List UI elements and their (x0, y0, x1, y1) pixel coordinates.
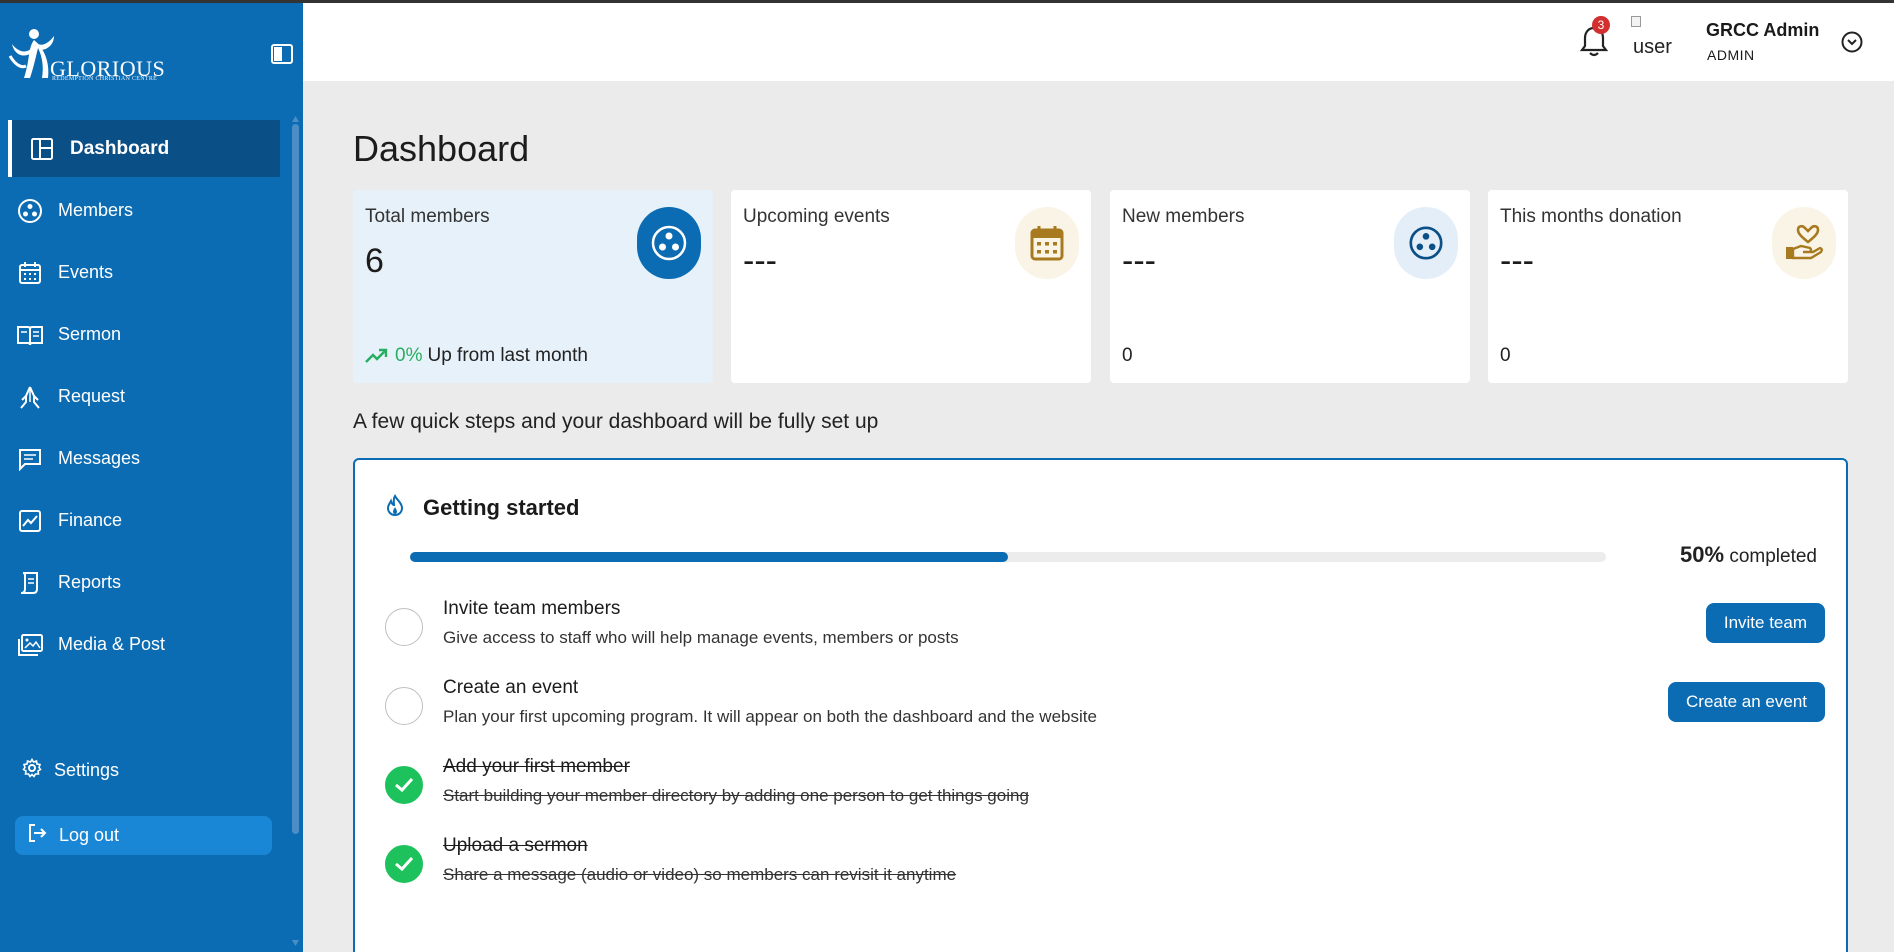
window-top-border (0, 0, 1894, 3)
sidebar-nav: Dashboard Members Events Sermon Request (8, 120, 280, 678)
logo-figure-icon (8, 29, 54, 78)
media-icon (16, 631, 44, 659)
stat-value: --- (1500, 242, 1534, 280)
chart-icon (16, 507, 44, 535)
stat-foot: 0 (1500, 345, 1511, 366)
dashboard-icon (28, 135, 56, 163)
step-title: Add your first member (443, 756, 630, 777)
sidebar-item-request[interactable]: Request (8, 368, 280, 425)
sidebar-scrollbar-thumb[interactable] (292, 124, 299, 834)
sidebar-item-sermon[interactable]: Sermon (8, 306, 280, 363)
step-description: Give access to staff who will help manag… (443, 628, 959, 647)
stat-card-donation: This months donation --- 0 (1488, 190, 1848, 383)
setup-prompt-text: A few quick steps and your dashboard wil… (353, 410, 879, 433)
sidebar-item-members[interactable]: Members (8, 182, 280, 239)
flame-icon (385, 494, 409, 522)
getting-started-title: Getting started (423, 495, 580, 520)
brand-tagline: REDEMPTION CHRISTIAN CENTRE (52, 76, 158, 82)
step-checkbox[interactable] (385, 687, 423, 725)
step-description: Plan your first upcoming program. It wil… (443, 707, 1097, 726)
calendar-icon (16, 259, 44, 287)
step-title: Upload a sermon (443, 835, 588, 856)
sidebar-item-label: Members (58, 200, 134, 220)
step-upload-sermon: Upload a sermon Share a message (audio o… (385, 835, 1825, 917)
members-icon (16, 197, 44, 225)
step-title: Create an event (443, 677, 579, 698)
sidebar-item-reports[interactable]: Reports (8, 554, 280, 611)
broken-image-icon (1631, 16, 1641, 27)
trend-percent: 0% (395, 345, 423, 366)
progress-value: 50% (1680, 542, 1725, 567)
sidebar-item-label: Reports (58, 572, 122, 592)
stat-card-new-members: New members --- 0 (1110, 190, 1470, 383)
avatar-alt-text: user (1633, 36, 1672, 58)
setup-progress-fill (410, 552, 1008, 562)
stat-foot: 0 (1122, 345, 1133, 366)
user-role: ADMIN (1707, 47, 1755, 63)
stat-value: --- (743, 242, 777, 280)
stat-card-upcoming-events: Upcoming events --- (731, 190, 1091, 383)
sidebar-item-dashboard[interactable]: Dashboard (8, 120, 280, 177)
setup-progress-bar (410, 552, 1606, 562)
step-description: Share a message (audio or video) so memb… (443, 865, 957, 884)
gear-icon (22, 757, 46, 783)
sidebar-item-finance[interactable]: Finance (8, 492, 280, 549)
sidebar-item-label: Request (58, 386, 126, 406)
sidebar-item-media-post[interactable]: Media & Post (8, 616, 280, 673)
chevron-down-icon[interactable] (1841, 31, 1863, 53)
logout-label: Log out (59, 825, 120, 845)
members-icon (1394, 207, 1458, 279)
stat-label: Total members (365, 206, 490, 227)
step-invite-team: Invite team members Give access to staff… (385, 598, 1825, 680)
step-create-event: Create an event Plan your first upcoming… (385, 677, 1825, 759)
stat-label: This months donation (1500, 206, 1682, 227)
sidebar-collapse-icon[interactable] (271, 44, 293, 64)
trend-up-icon (365, 348, 388, 363)
sidebar-item-settings[interactable]: Settings (22, 757, 120, 783)
sidebar-item-label: Events (58, 262, 114, 282)
report-icon (16, 569, 44, 597)
stat-value: 6 (365, 242, 384, 280)
step-checkbox[interactable] (385, 608, 423, 646)
trend-text: Up from last month (427, 345, 588, 366)
members-icon (637, 207, 701, 279)
step-title: Invite team members (443, 598, 621, 619)
check-icon[interactable] (385, 845, 423, 883)
sidebar-item-events[interactable]: Events (8, 244, 280, 301)
calendar-icon (1015, 207, 1079, 279)
sidebar-item-label: Media & Post (58, 634, 166, 654)
avatar[interactable]: user (1629, 14, 1681, 62)
sidebar-item-label: Dashboard (70, 137, 170, 159)
sidebar-item-messages[interactable]: Messages (8, 430, 280, 487)
step-add-member: Add your first member Start building you… (385, 756, 1825, 838)
progress-suffix: completed (1729, 546, 1817, 567)
logout-icon (27, 823, 51, 848)
check-icon[interactable] (385, 766, 423, 804)
user-name: GRCC Admin (1706, 20, 1820, 40)
invite-team-button[interactable]: Invite team (1705, 603, 1825, 643)
stat-label: New members (1122, 206, 1245, 227)
page-title: Dashboard (353, 128, 530, 169)
sidebar-item-label: Messages (58, 448, 141, 468)
stat-value: --- (1122, 242, 1156, 280)
praying-hands-icon (16, 383, 44, 411)
donation-hand-icon (1772, 207, 1836, 279)
logout-button[interactable]: Log out (15, 816, 272, 855)
stat-card-total-members: Total members 6 0% Up from last month (353, 190, 713, 383)
sidebar: GLORIOUS REDEMPTION CHRISTIAN CENTRE Das… (0, 0, 303, 952)
stat-trend: 0% Up from last month (365, 345, 588, 367)
setup-progress-text: 50% completed (1680, 542, 1817, 568)
create-event-button[interactable]: Create an event (1668, 682, 1825, 722)
notification-badge: 3 (1592, 16, 1610, 34)
getting-started-panel: Getting started 50% completed Invite tea… (353, 458, 1848, 952)
sidebar-item-label: Finance (58, 510, 123, 530)
settings-label: Settings (54, 760, 120, 780)
step-description: Start building your member directory by … (443, 786, 1029, 805)
stat-label: Upcoming events (743, 206, 890, 227)
sidebar-item-label: Sermon (58, 324, 122, 344)
message-icon (16, 445, 44, 473)
brand-logo[interactable]: GLORIOUS REDEMPTION CHRISTIAN CENTRE (8, 24, 165, 84)
book-icon (16, 321, 44, 349)
getting-started-header: Getting started (385, 494, 579, 522)
